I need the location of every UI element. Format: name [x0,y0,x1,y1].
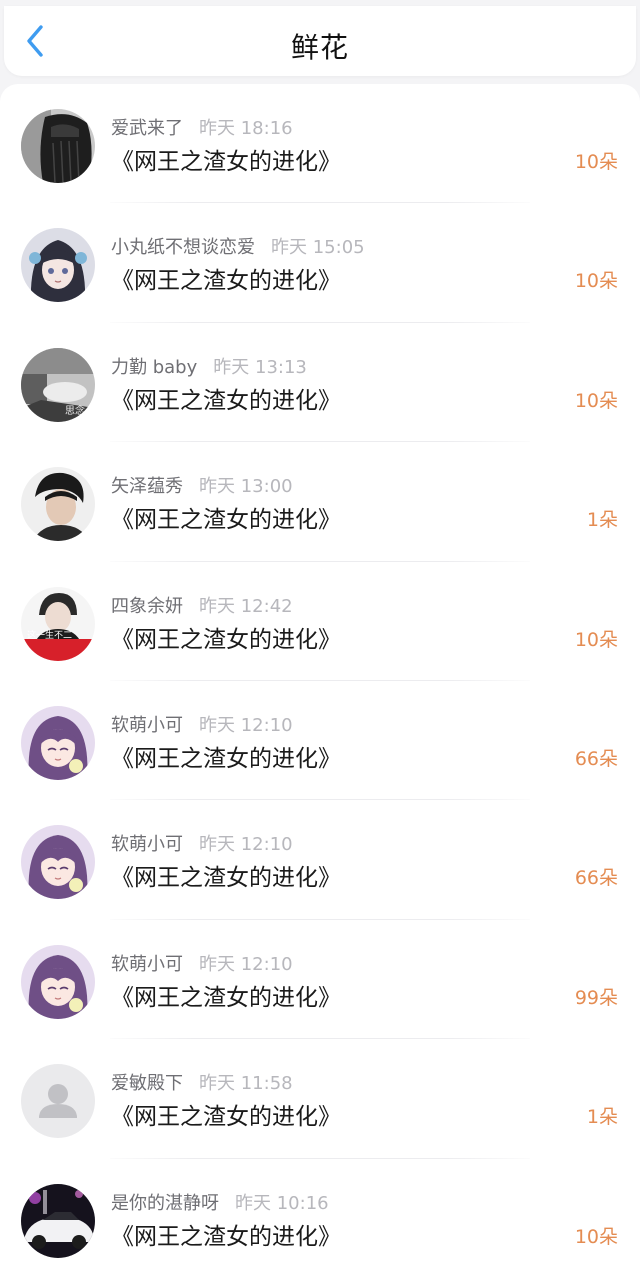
username[interactable]: 是你的湛静呀 [111,1193,219,1214]
book-title[interactable]: 《网王之渣女的进化》 [111,266,341,296]
username[interactable]: 爱敏殿下 [111,1073,183,1094]
item-meta: 小丸纸不想谈恋爱 昨天 15:05 [111,236,365,260]
flower-count: 10朵 [574,389,618,412]
book-title[interactable]: 《网王之渣女的进化》 [111,863,341,893]
timestamp: 昨天 12:10 [199,953,293,975]
avatar[interactable] [21,228,95,303]
flower-count: 66朵 [574,747,618,770]
book-title[interactable]: 《网王之渣女的进化》 [111,983,341,1013]
timestamp: 昨天 12:10 [199,714,293,736]
header-bar: 鲜花 [4,6,636,76]
flower-count: 1朵 [586,509,618,532]
avatar[interactable] [21,467,95,542]
item-meta: 力勤 baby 昨天 13:13 [111,356,307,380]
flower-count: 1朵 [586,1106,618,1129]
flower-count: 10朵 [574,270,618,293]
flower-list-item[interactable]: 软萌小可 昨天 12:10 《网王之渣女的进化》 66朵 [0,681,640,801]
timestamp: 昨天 12:42 [199,595,293,617]
book-title[interactable]: 《网王之渣女的进化》 [111,147,341,177]
page-title: 鲜花 [290,31,349,64]
avatar[interactable] [21,705,95,780]
username[interactable]: 爱武来了 [111,118,183,139]
svg-text:这一生不二: 这一生不二 [27,629,72,641]
flower-list-item[interactable]: 思念 力勤 baby 昨天 13:13 《网王之渣女的进化》 10朵 [0,323,640,443]
flower-list: 爱武来了 昨天 18:16 《网王之渣女的进化》 10朵 小丸纸不想谈恋爱 昨天 15:0… [0,84,640,1274]
avatar[interactable] [21,109,95,183]
flower-count: 10朵 [574,151,618,173]
avatar[interactable] [21,1064,95,1139]
flower-count: 66朵 [574,867,618,890]
avatar[interactable] [21,825,95,900]
avatar[interactable] [21,944,95,1019]
username[interactable]: 四象余妍 [111,596,183,617]
item-meta: 软萌小可 昨天 12:10 [111,714,293,738]
username[interactable]: 小丸纸不想谈恋爱 [111,237,255,258]
username[interactable]: 软萌小可 [111,715,183,736]
username[interactable]: 软萌小可 [111,954,183,975]
avatar[interactable]: 思念 [21,347,95,422]
timestamp: 昨天 15:05 [271,237,365,259]
username[interactable]: 矢泽蕴秀 [111,476,183,497]
timestamp: 昨天 13:00 [199,476,293,498]
flower-list-item[interactable]: 小丸纸不想谈恋爱 昨天 15:05 《网王之渣女的进化》 10朵 [0,203,640,324]
flower-list-item[interactable]: 软萌小可 昨天 12:10 《网王之渣女的进化》 66朵 [0,800,640,921]
flower-list-item[interactable]: 软萌小可 昨天 12:10 《网王之渣女的进化》 99朵 [0,920,640,1040]
timestamp: 昨天 13:13 [213,356,307,378]
timestamp: 昨天 12:10 [199,834,293,856]
flower-count: 10朵 [574,1225,618,1248]
flower-list-item[interactable]: 是你的湛静呀 昨天 10:16 《网王之渣女的进化》 10朵 [0,1159,640,1274]
book-title[interactable]: 《网王之渣女的进化》 [111,1222,341,1252]
book-title[interactable]: 《网王之渣女的进化》 [111,505,341,535]
item-meta: 是你的湛静呀 昨天 10:16 [111,1192,329,1216]
flower-list-item[interactable]: 这一生不二 四象余妍 昨天 12:42 《网王之渣女的进化》 10朵 [0,562,640,682]
item-meta: 矢泽蕴秀 昨天 13:00 [111,475,293,499]
flower-list-item[interactable]: 矢泽蕴秀 昨天 13:00 《网王之渣女的进化》 1朵 [0,442,640,562]
item-meta: 爱武来了 昨天 18:16 [111,117,293,141]
item-meta: 四象余妍 昨天 12:42 [111,595,293,619]
username[interactable]: 力勤 baby [111,357,197,378]
book-title[interactable]: 《网王之渣女的进化》 [111,625,341,655]
item-meta: 爱敏殿下 昨天 11:58 [111,1072,293,1096]
timestamp: 昨天 10:16 [235,1192,329,1214]
avatar[interactable] [21,1183,95,1258]
book-title[interactable]: 《网王之渣女的进化》 [111,386,341,416]
book-title[interactable]: 《网王之渣女的进化》 [111,1102,341,1132]
flower-list-item[interactable]: 爱武来了 昨天 18:16 《网王之渣女的进化》 10朵 [0,84,640,204]
book-title[interactable]: 《网王之渣女的进化》 [111,744,341,774]
timestamp: 昨天 18:16 [199,118,293,139]
avatar[interactable]: 这一生不二 [21,586,95,661]
item-meta: 软萌小可 昨天 12:10 [111,953,293,977]
flower-count: 10朵 [574,628,618,651]
flower-list-item[interactable]: 爱敏殿下 昨天 11:58 《网王之渣女的进化》 1朵 [0,1039,640,1159]
username[interactable]: 软萌小可 [111,834,183,855]
timestamp: 昨天 11:58 [199,1073,293,1095]
item-meta: 软萌小可 昨天 12:10 [111,833,293,857]
svg-text:思念: 思念 [65,404,85,417]
flower-count: 99朵 [574,986,618,1009]
